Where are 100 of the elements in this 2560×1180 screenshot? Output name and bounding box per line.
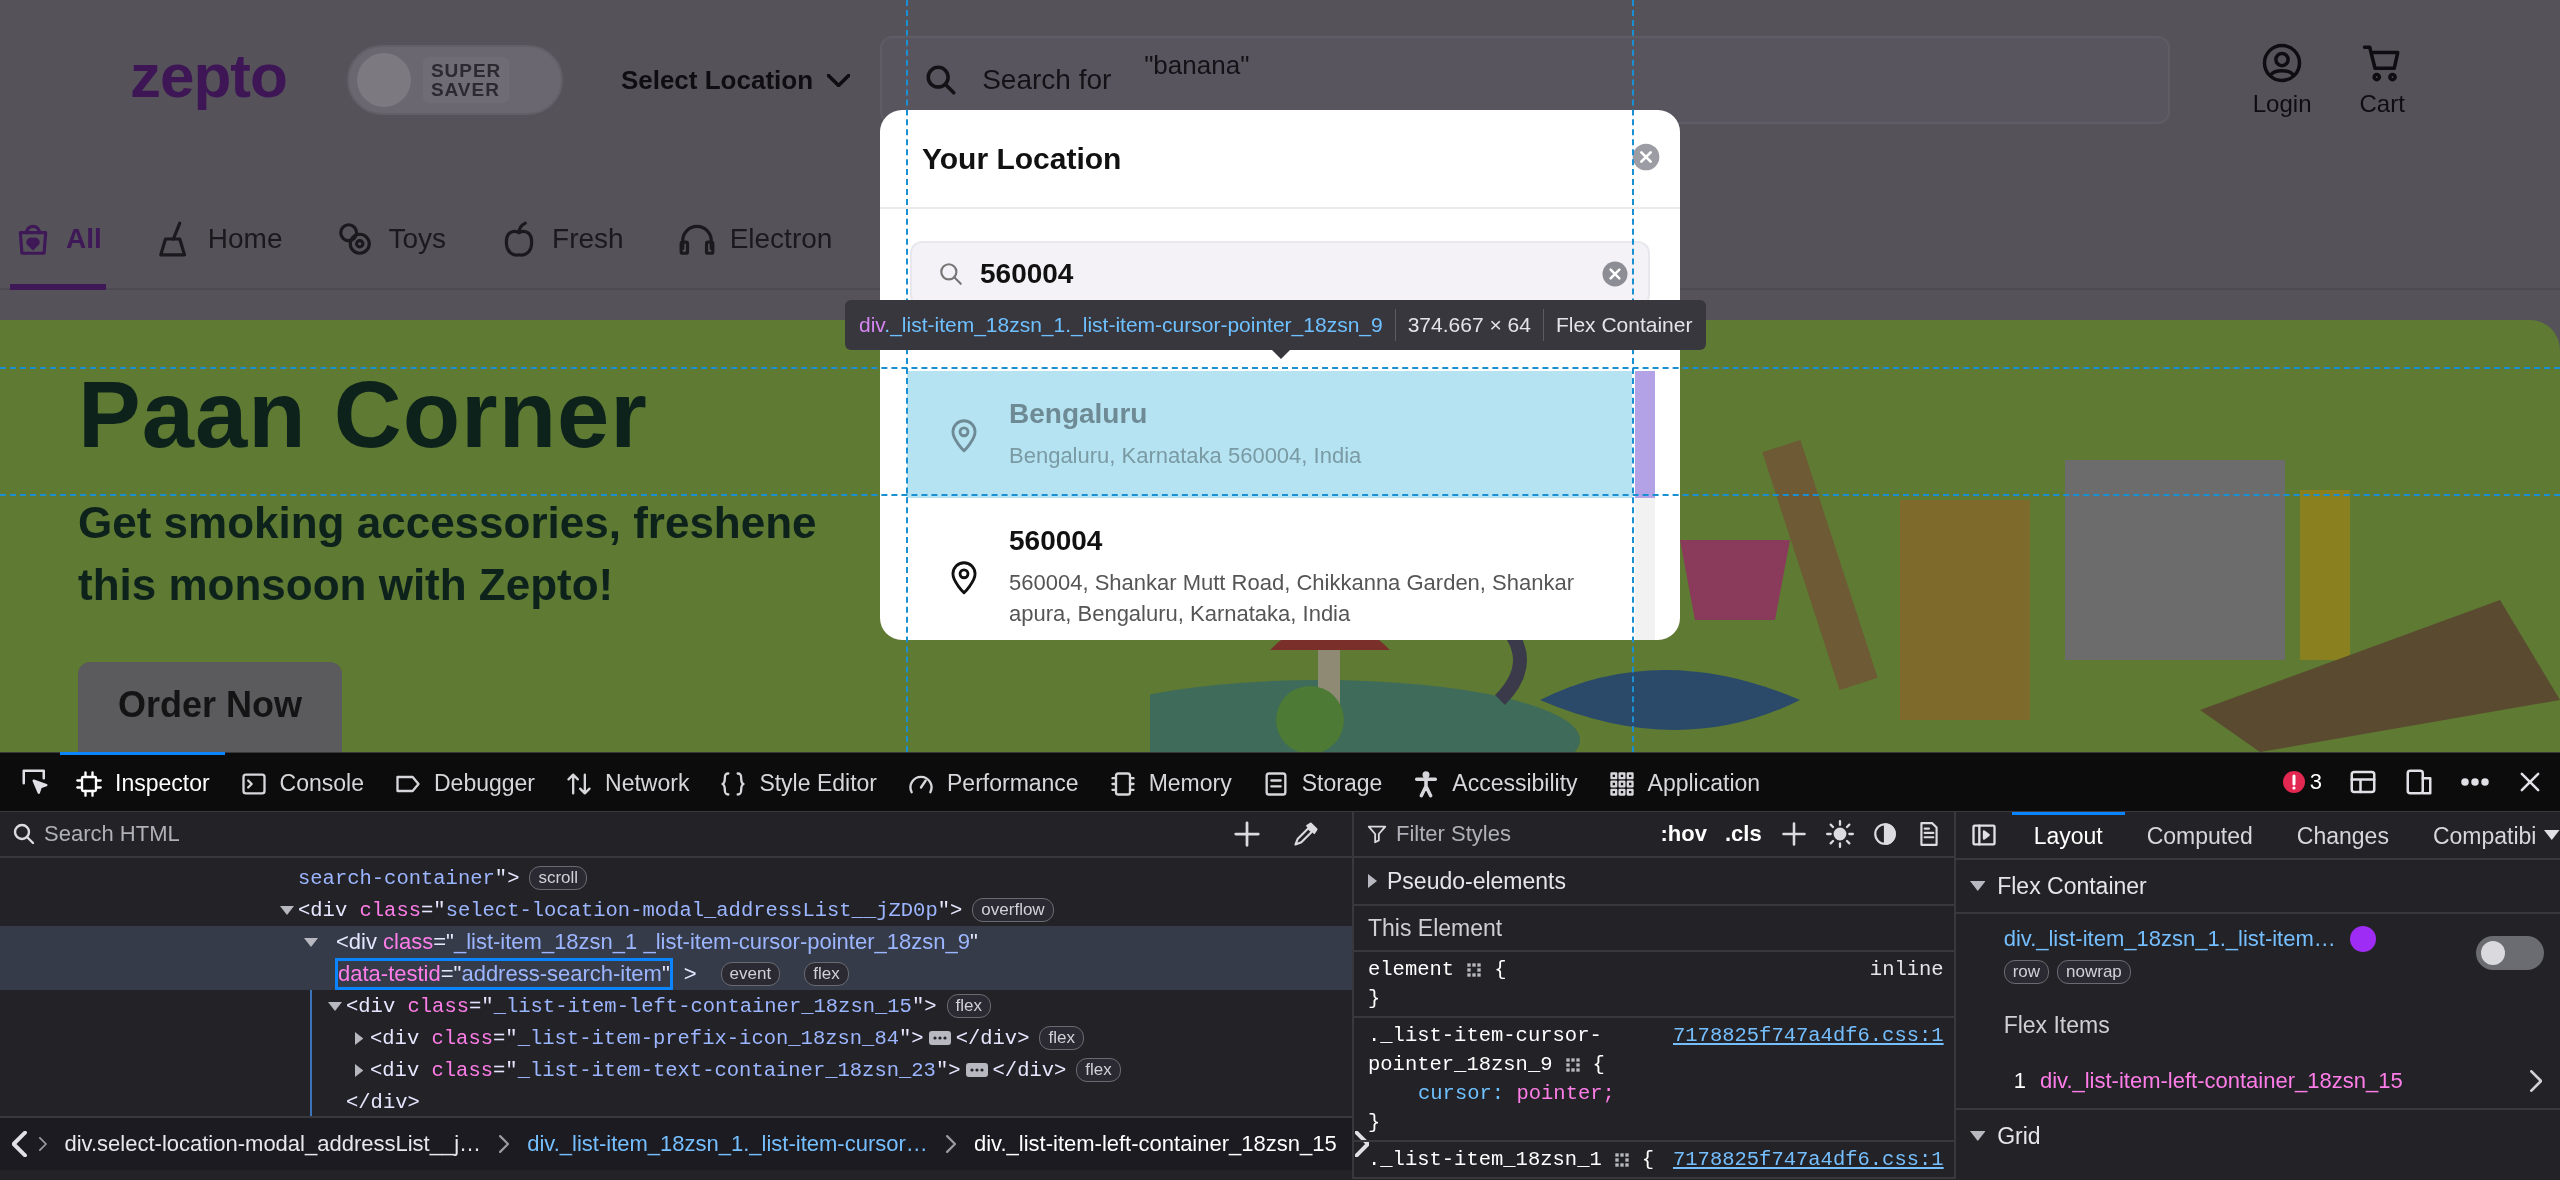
collapse-arrow-icon[interactable] bbox=[1368, 874, 1377, 888]
collapse-arrow-icon[interactable] bbox=[354, 1063, 364, 1077]
search-icon bbox=[938, 261, 964, 287]
plus-icon[interactable] bbox=[1779, 820, 1808, 848]
clear-icon[interactable] bbox=[1600, 259, 1630, 289]
devtools-tab[interactable]: Storage bbox=[1246, 752, 1398, 812]
node-badge[interactable]: flex bbox=[804, 962, 849, 986]
address-result[interactable]: 560004 560004, Shankar Mutt Road, Chikkanna Garden, Shankar apura, Bengaluru, Karnataka, India bbox=[907, 498, 1632, 640]
eyedropper-icon[interactable] bbox=[1292, 820, 1320, 848]
node-type: Flex Container bbox=[1555, 313, 1693, 337]
brace: { bbox=[1592, 1052, 1605, 1078]
flex-item-selector[interactable]: div._list-item-left-container_18zsn_15 bbox=[2039, 1068, 2403, 1094]
source-link[interactable]: 7178825f747a4df6.css:1 bbox=[1673, 1021, 1944, 1050]
source-label: inline bbox=[1869, 957, 1944, 983]
attribute-editor[interactable]: data-testid="address-search-item" bbox=[338, 961, 670, 987]
markup-line: </div> bbox=[955, 1026, 1030, 1050]
sidebar-tab[interactable]: Compatibi bbox=[2410, 812, 2559, 858]
devtools-tab[interactable]: Performance bbox=[892, 752, 1094, 812]
expand-arrow-icon[interactable] bbox=[280, 905, 294, 915]
filter-styles-field[interactable]: Filter Styles bbox=[1396, 821, 1616, 847]
chevron-right-icon bbox=[945, 1135, 956, 1153]
contrast-icon[interactable] bbox=[1871, 821, 1898, 847]
toggle-button[interactable]: :hov bbox=[1660, 821, 1707, 847]
search-icon bbox=[924, 63, 959, 97]
brace: { bbox=[1641, 1147, 1655, 1173]
node-badge[interactable]: flex bbox=[1076, 1058, 1121, 1082]
scroll-right-icon[interactable] bbox=[1354, 1131, 1370, 1157]
banner-subtitle: Get smoking accessories, freshene this monsoon with Zepto! bbox=[78, 497, 817, 611]
chevron-right-icon[interactable] bbox=[2529, 1070, 2542, 1092]
devtools-tab[interactable]: Console bbox=[224, 752, 379, 812]
search-html-field[interactable]: Search HTML bbox=[44, 821, 1218, 847]
sidebar-tab[interactable]: Computed bbox=[2124, 812, 2275, 858]
filter-icon bbox=[1366, 823, 1388, 845]
expand-arrow-icon[interactable] bbox=[1969, 881, 1986, 891]
memory-icon bbox=[1108, 769, 1137, 798]
node-badge[interactable]: scroll bbox=[529, 866, 588, 890]
address-text: 560004, Shankar Mutt Road, Chikkanna Garden, Shankar apura, Bengaluru, Karnataka, India bbox=[1009, 569, 1575, 628]
markup-line: <div class="_list-item-left-container_18zsn_15"> bbox=[346, 994, 937, 1018]
devtools-tab[interactable]: Inspector bbox=[60, 752, 225, 812]
devtools-tab[interactable]: Memory bbox=[1093, 752, 1247, 812]
container-selector[interactable]: div._list-item_18zsn_1._list-item… bbox=[2003, 926, 2336, 952]
devtools-tab[interactable]: Debugger bbox=[379, 752, 551, 812]
address-title: 560004 bbox=[1009, 525, 1104, 557]
scroll-left-icon[interactable] bbox=[12, 1131, 27, 1157]
section-heading[interactable]: Grid bbox=[1997, 1122, 2041, 1150]
modal-title: Your Location bbox=[922, 141, 1122, 176]
user-icon bbox=[2261, 42, 2304, 84]
collapse-arrow-icon[interactable] bbox=[354, 1031, 364, 1045]
breadcrumb[interactable]: div._list-item_18zsn_1._list-item-cursor… bbox=[521, 1131, 934, 1157]
sidebar-tab[interactable]: Changes bbox=[2274, 812, 2411, 858]
expand-arrow-icon[interactable] bbox=[1969, 1131, 1986, 1141]
section-heading: This Element bbox=[1368, 914, 1503, 942]
node-badge[interactable]: event bbox=[720, 962, 781, 986]
light-theme-icon[interactable] bbox=[1825, 820, 1854, 848]
color-swatch[interactable] bbox=[2349, 926, 2376, 952]
rule-selector: element bbox=[1368, 957, 1455, 983]
banner-title: Paan Corner bbox=[78, 361, 648, 469]
devtools-tab[interactable]: Style Editor bbox=[704, 752, 892, 812]
flex-badge: nowrap bbox=[2057, 960, 2131, 984]
sidebar-tab[interactable]: Layout bbox=[2011, 812, 2125, 858]
item-index: 1 bbox=[2013, 1068, 2026, 1094]
breadcrumb[interactable]: div.select-location-modal_addressList__j… bbox=[58, 1131, 488, 1157]
node-selector: div._list-item_18zsn_1._list-item-cursor-pointer_18zsn_9 bbox=[859, 313, 1383, 337]
expand-arrow-icon[interactable] bbox=[304, 937, 318, 947]
search-suggestion: "banana" bbox=[1144, 50, 1250, 81]
rule-selector: ._list-item-cursor- bbox=[1368, 1023, 1602, 1049]
markup-line: <div class="_list-item-prefix-icon_18zsn_84"> bbox=[370, 1026, 924, 1050]
source-link[interactable]: 7178825f747a4df6.css:1 bbox=[1673, 1145, 1944, 1174]
devtools-tab[interactable]: Accessibility bbox=[1397, 752, 1593, 812]
brace: { bbox=[1494, 957, 1507, 983]
toggle-button[interactable]: .cls bbox=[1724, 821, 1762, 847]
element-picker-icon[interactable] bbox=[20, 767, 50, 797]
chevron-right-icon bbox=[499, 1135, 510, 1153]
inspector-icon bbox=[75, 769, 103, 798]
brace: } bbox=[1368, 1111, 1381, 1134]
error-icon bbox=[2281, 770, 2306, 794]
error-count[interactable]: 3 bbox=[2281, 769, 2322, 795]
section-heading[interactable]: Flex Container bbox=[1997, 872, 2147, 900]
devtools-tab[interactable]: Network bbox=[550, 752, 705, 812]
search-input[interactable]: Search for bbox=[982, 64, 1133, 96]
plus-icon[interactable] bbox=[1232, 819, 1262, 849]
address-text: Bengaluru, Karnataka 560004, India bbox=[1009, 442, 1362, 470]
brace: } bbox=[1368, 987, 1381, 1010]
declaration: cursor: pointer; bbox=[1418, 1082, 1615, 1105]
node-badge[interactable]: flex bbox=[1039, 1026, 1084, 1050]
node-badge[interactable]: overflow bbox=[972, 898, 1054, 922]
section-toggle[interactable]: Pseudo-elements bbox=[1387, 867, 1566, 895]
dropdown-caret-icon[interactable] bbox=[2544, 830, 2560, 840]
node-size: 374.667 × 64 bbox=[1407, 313, 1531, 337]
markup-line: </div> bbox=[992, 1058, 1067, 1082]
logo: zepto bbox=[130, 39, 287, 111]
markup-line: <div class="_list-item_18zsn_1 _list-item-cursor-pointer_18zsn_9" bbox=[336, 929, 978, 955]
expand-arrow-icon[interactable] bbox=[328, 1001, 342, 1011]
braces-icon bbox=[719, 769, 748, 798]
flex-items-label: Flex Items bbox=[2003, 1012, 2110, 1038]
responsive-icon[interactable] bbox=[2404, 767, 2434, 797]
breadcrumb[interactable]: div._list-item-left-container_18zsn_15 bbox=[967, 1131, 1343, 1157]
devtools-tab[interactable]: Application bbox=[1592, 752, 1776, 812]
overlay-toggle[interactable] bbox=[2476, 936, 2544, 970]
node-badge[interactable]: flex bbox=[946, 994, 991, 1018]
